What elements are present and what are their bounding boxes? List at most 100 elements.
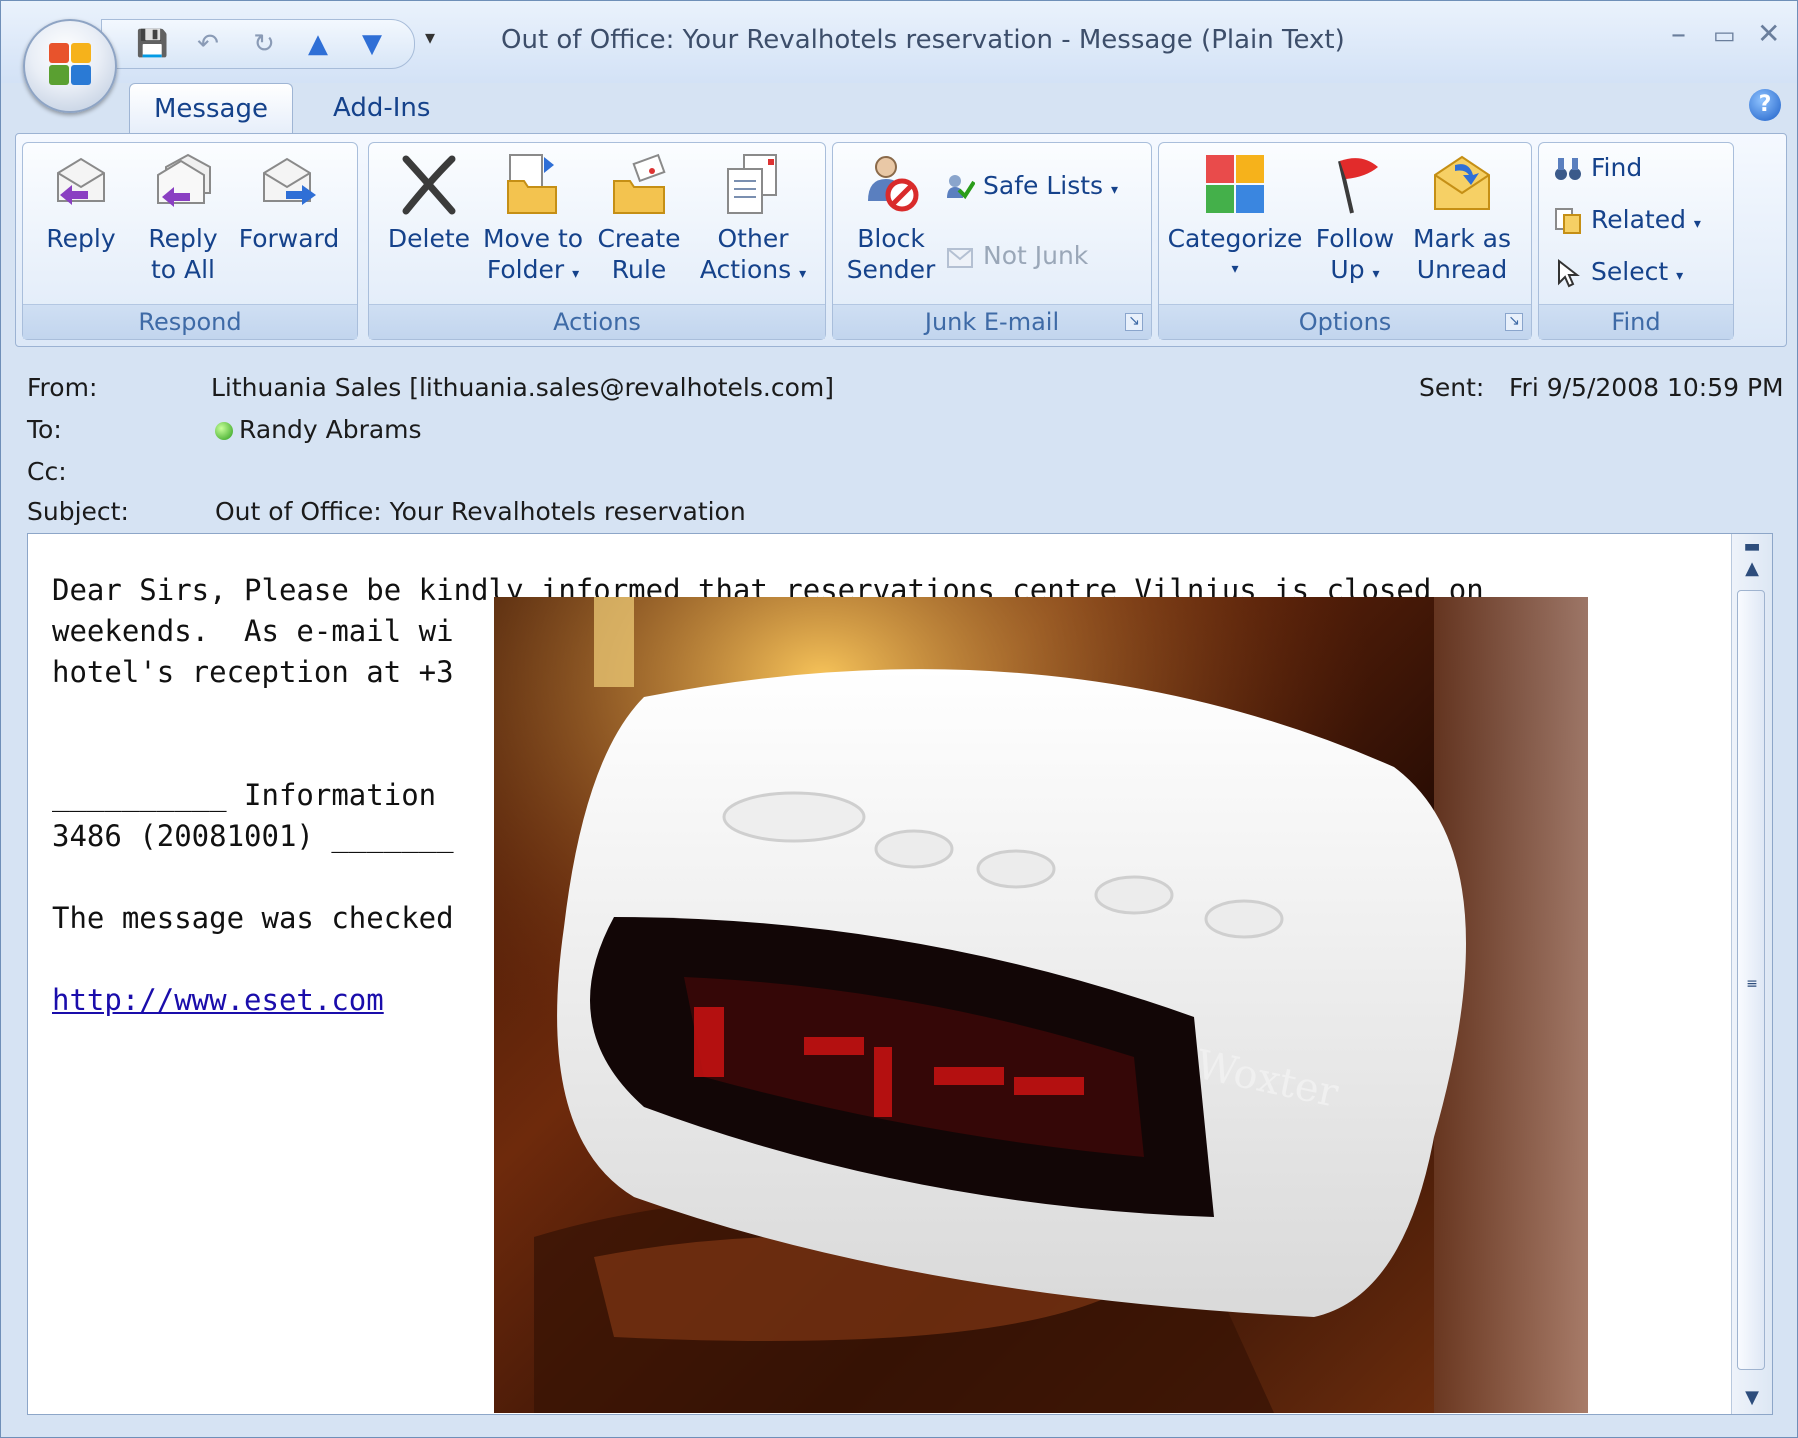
group-actions: Delete Move to Folder ▾ Create Rule Othe… bbox=[368, 142, 826, 340]
from-value[interactable]: Lithuania Sales [lithuania.sales@revalho… bbox=[211, 373, 834, 402]
block-label-2: Sender bbox=[846, 255, 936, 284]
from-label: From: bbox=[27, 373, 98, 402]
window-title: Out of Office: Your Revalhotels reservat… bbox=[501, 25, 1345, 55]
tab-add-ins[interactable]: Add-Ins bbox=[309, 83, 454, 133]
create-label-2: Rule bbox=[611, 255, 667, 284]
junk-dialog-launcher-icon[interactable]: ↘ bbox=[1125, 313, 1143, 331]
select-button[interactable]: Select ▾ bbox=[1553, 257, 1683, 288]
other-label-2: Actions ▾ bbox=[693, 254, 813, 290]
scroll-up-arrow-icon[interactable]: ▲ bbox=[1732, 558, 1772, 579]
categorize-icon bbox=[1206, 155, 1264, 213]
cc-label: Cc: bbox=[27, 457, 67, 486]
other-label-1: Other bbox=[717, 224, 789, 253]
not-junk-button[interactable]: Not Junk bbox=[945, 241, 1088, 272]
safe-lists-dropdown-icon: ▾ bbox=[1111, 182, 1119, 198]
group-respond-label: Respond bbox=[23, 304, 357, 339]
related-label: Related bbox=[1591, 205, 1686, 234]
sent-label: Sent: bbox=[1419, 373, 1485, 402]
group-find-label: Find bbox=[1539, 304, 1733, 339]
body-line-8: The message was checked bbox=[52, 901, 454, 935]
subject-value: Out of Office: Your Revalhotels reservat… bbox=[215, 497, 746, 526]
help-icon[interactable]: ? bbox=[1749, 89, 1781, 121]
reply-all-button[interactable]: Reply to All bbox=[133, 151, 233, 285]
undo-icon[interactable]: ↶ bbox=[192, 28, 224, 60]
find-label: Find bbox=[1591, 153, 1643, 182]
to-recipient[interactable]: Randy Abrams bbox=[215, 415, 422, 444]
create-rule-icon bbox=[613, 153, 666, 214]
subject-label: Subject: bbox=[27, 497, 129, 526]
safe-lists-button[interactable]: Safe Lists ▾ bbox=[945, 171, 1118, 202]
follow-label-2-text: Up bbox=[1330, 255, 1365, 284]
office-button[interactable] bbox=[23, 19, 117, 113]
block-label-1: Block bbox=[857, 224, 925, 253]
follow-dropdown-icon: ▾ bbox=[1372, 266, 1380, 282]
follow-label-2: Up ▾ bbox=[1305, 254, 1405, 290]
maximize-icon[interactable]: ▭ bbox=[1713, 21, 1736, 49]
related-button[interactable]: Related ▾ bbox=[1553, 205, 1701, 236]
mark-label-1: Mark as bbox=[1413, 224, 1511, 253]
presence-icon bbox=[215, 422, 233, 440]
close-icon[interactable]: ✕ bbox=[1757, 17, 1780, 50]
delete-icon bbox=[402, 155, 456, 215]
group-find: Find Related ▾ Select ▾ Find bbox=[1538, 142, 1734, 340]
save-icon[interactable]: 💾 bbox=[136, 28, 168, 60]
group-options: Categorize ▾ Follow Up ▾ Mark as Unread bbox=[1158, 142, 1532, 340]
block-sender-icon bbox=[868, 156, 919, 212]
ribbon-tabs: Message Add-Ins bbox=[1, 83, 1797, 134]
safe-lists-label: Safe Lists bbox=[983, 171, 1104, 200]
safe-lists-icon bbox=[947, 175, 975, 200]
forward-button[interactable]: Forward bbox=[233, 151, 345, 254]
group-junk-label: Junk E-mail bbox=[833, 304, 1151, 339]
minimize-icon[interactable]: – bbox=[1671, 17, 1686, 52]
other-actions-icon bbox=[727, 154, 777, 214]
not-junk-label: Not Junk bbox=[983, 241, 1089, 270]
categorize-dropdown-icon: ▾ bbox=[1231, 261, 1239, 277]
follow-label-1: Follow bbox=[1315, 224, 1395, 253]
categorize-button[interactable]: Categorize ▾ bbox=[1165, 151, 1305, 285]
forward-label: Forward bbox=[238, 224, 340, 253]
not-junk-icon bbox=[947, 248, 973, 268]
alarm-clock-photo: Woxter bbox=[494, 597, 1588, 1413]
tab-message[interactable]: Message bbox=[129, 83, 293, 134]
next-item-icon[interactable]: ▼ bbox=[356, 28, 388, 60]
related-icon bbox=[1555, 208, 1581, 234]
reply-button[interactable]: Reply bbox=[31, 151, 131, 254]
mark-as-unread-button[interactable]: Mark as Unread bbox=[1409, 151, 1515, 285]
follow-up-flag-icon bbox=[1338, 158, 1378, 214]
vertical-scrollbar[interactable]: ▬ ▲ ≡ ▼ bbox=[1731, 534, 1772, 1414]
follow-up-button[interactable]: Follow Up ▾ bbox=[1305, 151, 1405, 290]
block-sender-button[interactable]: Block Sender bbox=[839, 151, 943, 285]
reply-icon bbox=[57, 157, 105, 205]
select-dropdown-icon: ▾ bbox=[1676, 268, 1684, 284]
options-dialog-launcher-icon[interactable]: ↘ bbox=[1505, 313, 1523, 331]
customize-toolbar-icon[interactable]: ▾ bbox=[425, 25, 435, 49]
eset-link[interactable]: http://www.eset.com bbox=[52, 983, 384, 1017]
other-actions-button[interactable]: Other Actions ▾ bbox=[693, 151, 813, 290]
forward-icon bbox=[263, 157, 316, 205]
reply-all-label-2: to All bbox=[150, 255, 216, 284]
select-label: Select bbox=[1591, 257, 1669, 286]
body-line-3: hotel's reception at +3 bbox=[52, 655, 454, 689]
move-to-folder-button[interactable]: Move to Folder ▾ bbox=[481, 151, 585, 290]
to-label: To: bbox=[27, 415, 62, 444]
scroll-split-icon[interactable]: ▬ bbox=[1732, 536, 1772, 557]
to-value: Randy Abrams bbox=[239, 415, 422, 444]
binoculars-icon bbox=[1555, 158, 1581, 180]
reply-all-label-1: Reply bbox=[148, 224, 218, 253]
reply-all-icon bbox=[157, 153, 211, 207]
create-rule-button[interactable]: Create Rule bbox=[587, 151, 691, 285]
find-button[interactable]: Find bbox=[1553, 153, 1642, 184]
quick-access-toolbar: 💾 ↶ ↻ ▲ ▼ bbox=[101, 19, 415, 69]
redo-icon[interactable]: ↻ bbox=[248, 28, 280, 60]
group-options-label: Options bbox=[1159, 304, 1531, 339]
scroll-down-arrow-icon[interactable]: ▼ bbox=[1732, 1387, 1772, 1408]
mark-label-2: Unread bbox=[1416, 255, 1508, 284]
office-logo-icon bbox=[49, 43, 91, 85]
delete-label: Delete bbox=[387, 224, 471, 253]
delete-button[interactable]: Delete bbox=[377, 151, 481, 254]
move-label-2: Folder ▾ bbox=[481, 254, 585, 290]
previous-item-icon[interactable]: ▲ bbox=[302, 28, 334, 60]
title-bar: 💾 ↶ ↻ ▲ ▼ ▾ Out of Office: Your Revalhot… bbox=[1, 1, 1797, 83]
other-label-2-text: Actions bbox=[699, 255, 792, 284]
mark-unread-icon bbox=[1434, 155, 1490, 210]
